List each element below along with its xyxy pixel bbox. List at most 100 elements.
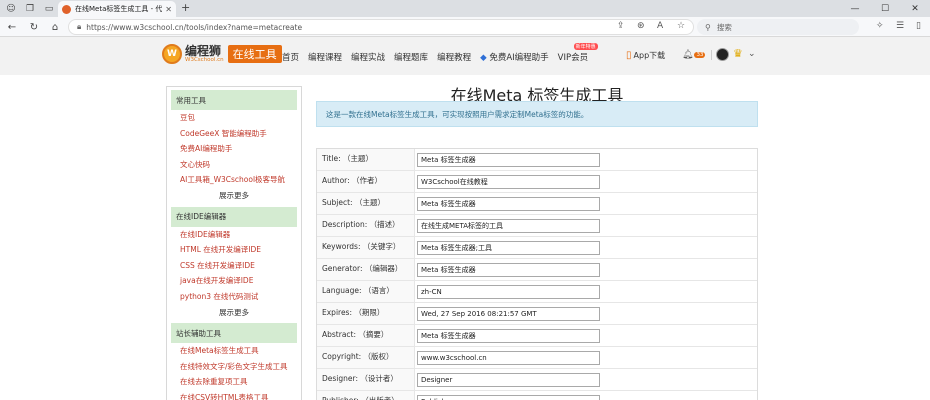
- field-label: Author: （作者）: [317, 171, 415, 192]
- top-nav: 首页 编程课程 编程实战 编程题库 编程教程 ◆ 免费AI编程助手 VIP会员 …: [282, 43, 598, 63]
- sidebar-item[interactable]: CodeGeeX 智能编程助手: [167, 126, 301, 142]
- back-icon[interactable]: ←: [5, 20, 19, 34]
- profile-icon[interactable]: ☺: [3, 1, 19, 17]
- tab-title: 在线Meta标签生成工具 - 代码工...: [75, 5, 163, 13]
- field-label: Keywords: （关键字）: [317, 237, 415, 258]
- publisher-input[interactable]: [417, 395, 600, 400]
- sidebar-item[interactable]: 在线CSV转HTML表格工具: [167, 390, 301, 400]
- field-label: Generator: （编辑器）: [317, 259, 415, 280]
- share-icon[interactable]: ⇪: [617, 21, 625, 31]
- lock-icon: 🔒︎: [77, 22, 82, 31]
- expires-input[interactable]: [417, 307, 600, 321]
- logo-en-text: W3Cschool.cn: [185, 56, 224, 63]
- nav-questions[interactable]: 编程题库: [394, 51, 428, 63]
- sidebar-group-ide[interactable]: 在线IDE编辑器: [171, 206, 297, 227]
- browser-search-box[interactable]: ⚲ 搜索: [697, 19, 859, 35]
- browser-tab[interactable]: 在线Meta标签生成工具 - 代码工... ✕: [58, 1, 176, 17]
- extensions-icon[interactable]: ✧: [876, 21, 884, 31]
- tab-actions-icon[interactable]: ▭: [41, 1, 57, 17]
- sidebar-item[interactable]: java在线开发编译IDE: [167, 273, 301, 289]
- sidebar-item[interactable]: 文心快码: [167, 157, 301, 173]
- sidebar-item[interactable]: CSS 在线开发编译IDE: [167, 258, 301, 274]
- designer-input[interactable]: [417, 373, 600, 387]
- reader-icon[interactable]: A: [657, 21, 663, 31]
- sidebar-toggle-icon[interactable]: ▯: [916, 21, 921, 31]
- sidebar-item[interactable]: 豆包: [167, 110, 301, 126]
- info-alert: 这是一款在线Meta标签生成工具，可实现按照用户需求定制Meta标签的功能。: [316, 101, 758, 127]
- sidebar-item[interactable]: 在线Meta标签生成工具: [167, 343, 301, 359]
- field-label: Expires: （期限）: [317, 303, 415, 324]
- sidebar-item[interactable]: 免费AI编程助手: [167, 141, 301, 157]
- user-avatar[interactable]: [716, 48, 729, 61]
- translate-icon[interactable]: ⊛: [637, 21, 645, 31]
- ai-spark-icon: ◆: [480, 53, 487, 63]
- w3cschool-favicon-icon: [62, 4, 71, 14]
- sidebar-item[interactable]: 在线特效文字/彩色文字生成工具: [167, 359, 301, 375]
- form-row-publisher: Publisher: （出版者）: [317, 391, 757, 400]
- close-window-icon[interactable]: ✕: [900, 0, 930, 17]
- url-text: https://www.w3cschool.cn/tools/index?nam…: [86, 22, 303, 32]
- sidebar-item[interactable]: AI工具箱_W3Cschool极客导航: [167, 172, 301, 188]
- sidebar-item[interactable]: 在线去除重复项工具: [167, 374, 301, 390]
- field-label: Language: （语言）: [317, 281, 415, 302]
- form-row-author: Author: （作者）: [317, 171, 757, 193]
- field-label: Subject: （主题）: [317, 193, 415, 214]
- nav-practice[interactable]: 编程实战: [351, 51, 385, 63]
- sidebar-item[interactable]: python3 在线代码测试: [167, 289, 301, 305]
- form-row-generator: Generator: （编辑器）: [317, 259, 757, 281]
- nav-ai-assistant[interactable]: ◆ 免费AI编程助手: [480, 51, 549, 63]
- minimize-icon[interactable]: —: [840, 0, 870, 17]
- nav-vip[interactable]: VIP会员 新年特惠: [558, 43, 598, 63]
- abstract-input[interactable]: [417, 329, 600, 343]
- language-input[interactable]: [417, 285, 600, 299]
- search-placeholder: 搜索: [716, 22, 732, 32]
- meta-form: Title: （主题） Author: （作者） Subject: （主题） D…: [316, 148, 758, 400]
- form-row-language: Language: （语言）: [317, 281, 757, 303]
- lion-logo-icon: W: [162, 44, 182, 64]
- online-tools-label: 在线工具: [227, 45, 282, 63]
- header-divider: [711, 50, 712, 60]
- refresh-icon[interactable]: ↻: [27, 20, 41, 34]
- url-bar[interactable]: 🔒︎ https://www.w3cschool.cn/tools/index?…: [68, 19, 694, 35]
- nav-tutorials[interactable]: 编程教程: [437, 51, 471, 63]
- form-row-abstract: Abstract: （摘要）: [317, 325, 757, 347]
- maximize-icon[interactable]: ☐: [870, 0, 900, 17]
- subject-input[interactable]: [417, 197, 600, 211]
- new-tab-icon[interactable]: +: [181, 1, 190, 14]
- form-row-copyright: Copyright: （版权）: [317, 347, 757, 369]
- show-more-button[interactable]: 展示更多: [167, 188, 301, 204]
- phone-icon: ▯: [626, 50, 632, 61]
- generator-input[interactable]: [417, 263, 600, 277]
- field-label: Copyright: （版权）: [317, 347, 415, 368]
- nav-courses[interactable]: 编程课程: [308, 51, 342, 63]
- author-input[interactable]: [417, 175, 600, 189]
- sidebar-group-common[interactable]: 常用工具: [171, 90, 297, 110]
- description-input[interactable]: [417, 219, 600, 233]
- nav-home[interactable]: 首页: [282, 51, 299, 63]
- vip-promo-badge: 新年特惠: [573, 43, 598, 50]
- tools-sidebar: 常用工具 豆包 CodeGeeX 智能编程助手 免费AI编程助手 文心快码 AI…: [166, 86, 302, 400]
- form-row-subject: Subject: （主题）: [317, 193, 757, 215]
- form-row-description: Description: （描述）: [317, 215, 757, 237]
- show-more-button[interactable]: 展示更多: [167, 305, 301, 321]
- copyright-input[interactable]: [417, 351, 600, 365]
- sidebar-item[interactable]: 在线IDE编辑器: [167, 227, 301, 243]
- logo-cn-text: 编程狮: [185, 43, 222, 58]
- notification-button[interactable]: 🔔︎ 33: [682, 50, 706, 60]
- field-label: Abstract: （摘要）: [317, 325, 415, 346]
- workspaces-icon[interactable]: ❐: [22, 1, 38, 17]
- sidebar-group-webmaster[interactable]: 站长辅助工具: [171, 323, 297, 344]
- collections-icon[interactable]: ☰: [896, 21, 904, 31]
- close-tab-icon[interactable]: ✕: [165, 5, 172, 14]
- chevron-down-icon[interactable]: ⌄: [748, 49, 756, 59]
- title-input[interactable]: [417, 153, 600, 167]
- favorite-star-icon[interactable]: ☆: [677, 21, 685, 31]
- sidebar-item[interactable]: HTML 在线开发编译IDE: [167, 242, 301, 258]
- keywords-input[interactable]: [417, 241, 600, 255]
- home-icon[interactable]: ⌂: [48, 20, 62, 34]
- form-row-expires: Expires: （期限）: [317, 303, 757, 325]
- site-logo[interactable]: W 编程狮 W3Cschool.cn 在线工具: [162, 44, 282, 64]
- vip-medal-icon: ♛: [733, 47, 743, 60]
- app-download-link[interactable]: ▯ App下载: [626, 50, 665, 61]
- field-label: Title: （主题）: [317, 149, 415, 170]
